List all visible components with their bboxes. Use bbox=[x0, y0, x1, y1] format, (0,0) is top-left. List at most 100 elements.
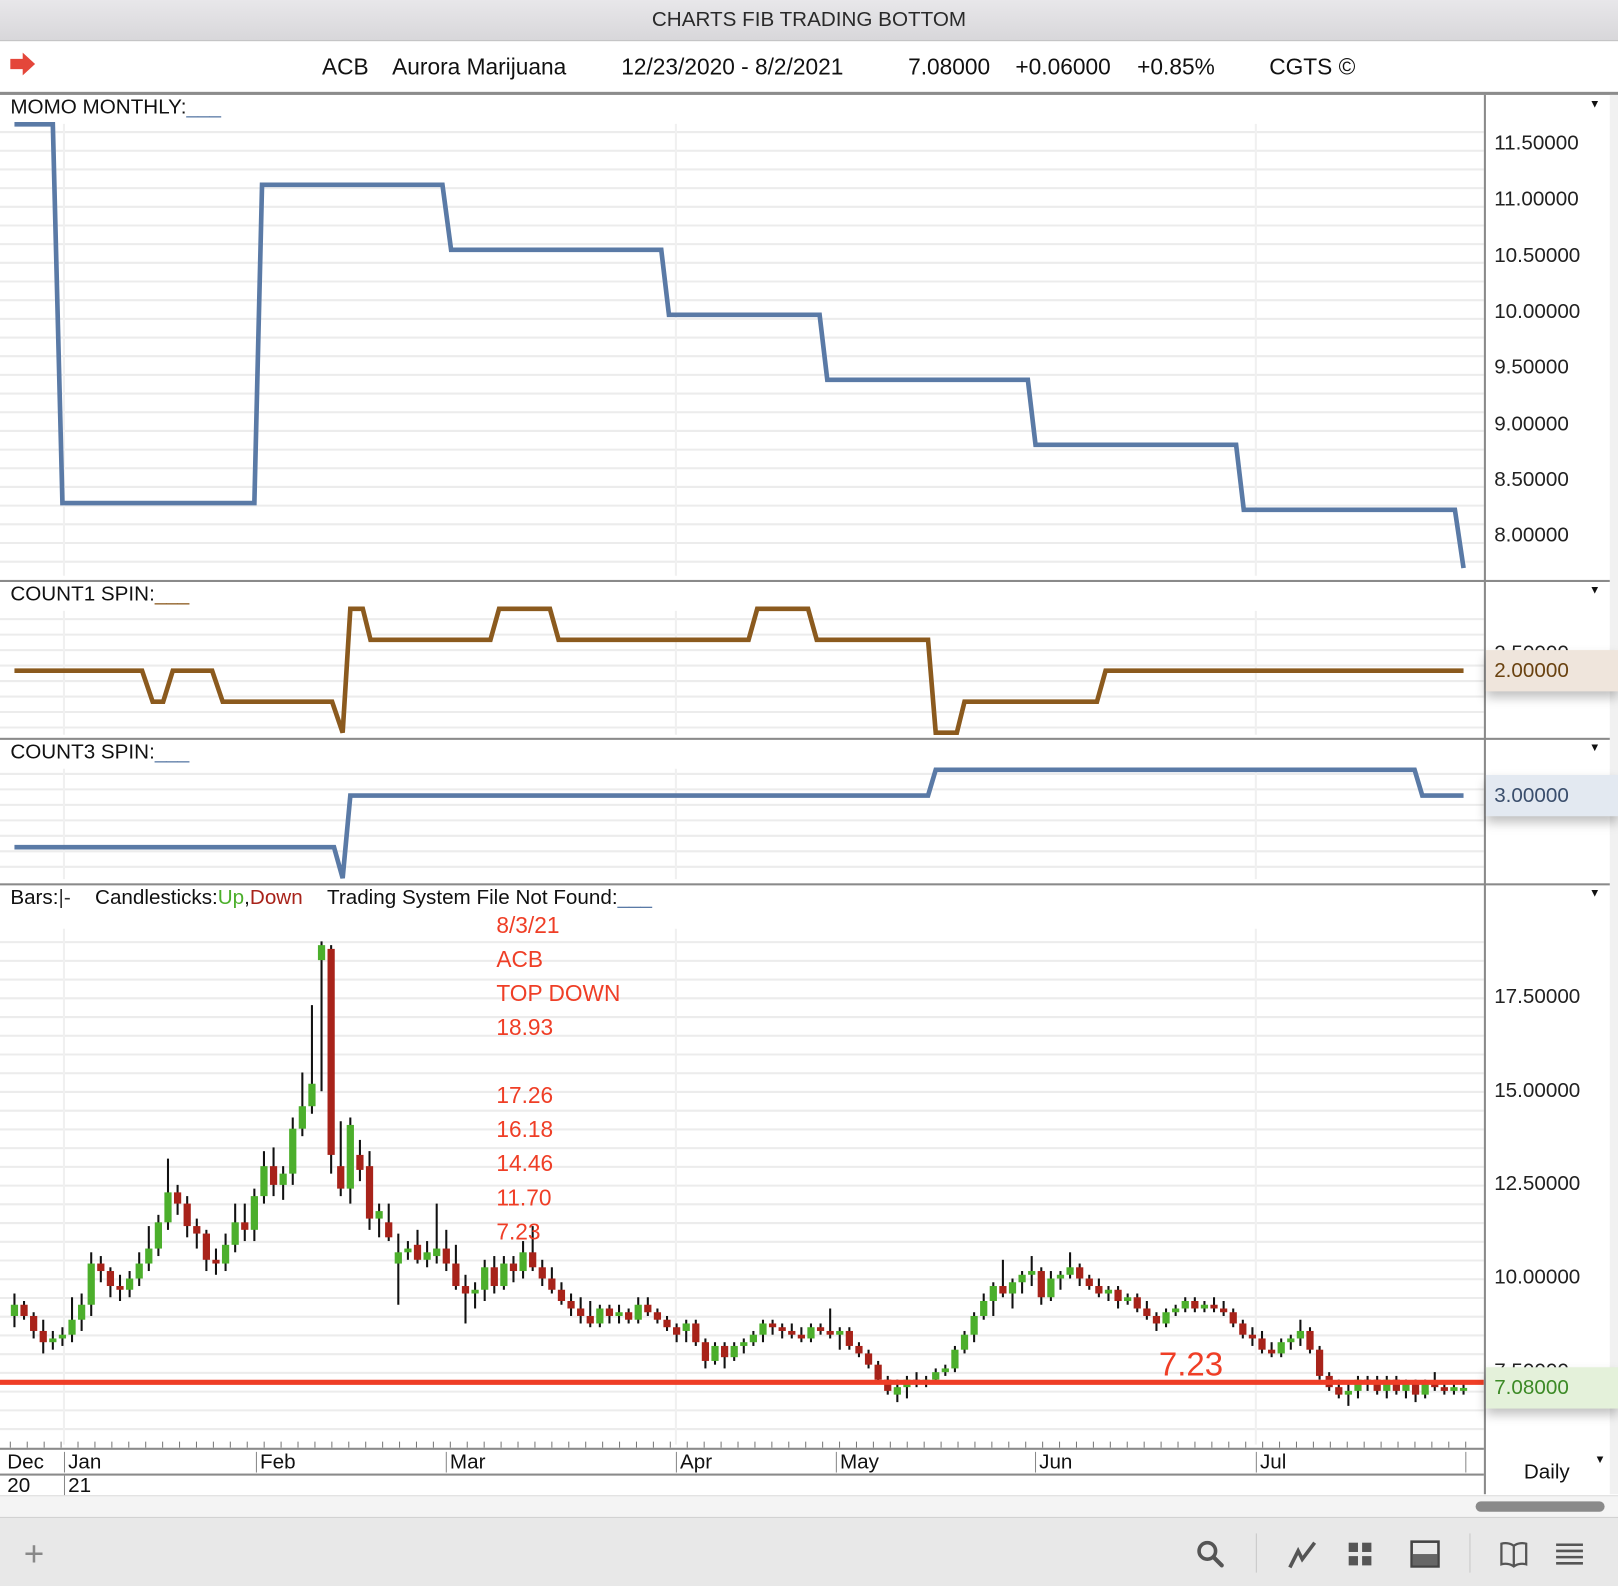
count1-panel-menu-caret-icon[interactable]: ▼ bbox=[1589, 584, 1600, 596]
panel-divider[interactable] bbox=[0, 737, 1618, 740]
count1-swatch: ___ bbox=[154, 583, 190, 606]
candle-body bbox=[567, 1300, 575, 1309]
candle-body bbox=[692, 1323, 700, 1343]
candle-up bbox=[308, 1005, 316, 1114]
plus-icon[interactable]: + bbox=[19, 1536, 50, 1571]
price-axis-tick: 10.00000 bbox=[1494, 1266, 1581, 1289]
panel-divider[interactable] bbox=[0, 579, 1618, 582]
candle-body bbox=[711, 1345, 719, 1361]
up-label: Up bbox=[217, 886, 245, 910]
candle-up bbox=[298, 1072, 306, 1137]
candle-up bbox=[135, 1252, 143, 1287]
candle-body bbox=[845, 1330, 853, 1346]
candle-up bbox=[1200, 1300, 1209, 1313]
momo-panel-menu-caret-icon[interactable]: ▼ bbox=[1589, 98, 1600, 110]
candle-body bbox=[164, 1192, 172, 1223]
candle-down bbox=[720, 1342, 729, 1369]
candle-body bbox=[250, 1196, 258, 1230]
candle-body bbox=[634, 1304, 642, 1320]
candle-body bbox=[1277, 1342, 1285, 1354]
count1-spin-line bbox=[14, 606, 1464, 735]
candle-down bbox=[173, 1184, 182, 1215]
panel-divider[interactable] bbox=[0, 883, 1618, 886]
candle-up bbox=[519, 1241, 527, 1279]
candle-up bbox=[807, 1323, 815, 1343]
axis-end-marker bbox=[1465, 1451, 1469, 1473]
candle-body bbox=[116, 1286, 124, 1290]
candle-body bbox=[1248, 1334, 1257, 1339]
candle-body bbox=[893, 1387, 901, 1395]
candle-body bbox=[557, 1289, 566, 1301]
candle-up bbox=[1018, 1271, 1026, 1294]
candle-body bbox=[836, 1330, 844, 1335]
candle-up bbox=[1181, 1297, 1189, 1313]
month-label[interactable]: May bbox=[835, 1452, 879, 1473]
line-chart-icon[interactable] bbox=[1287, 1539, 1318, 1570]
year-label[interactable]: 20 bbox=[4, 1476, 30, 1497]
month-label[interactable]: Dec bbox=[4, 1452, 44, 1473]
toolbar-separator bbox=[1469, 1533, 1471, 1573]
candle-up bbox=[836, 1327, 844, 1350]
time-axis[interactable]: Dec Jan Feb Mar Apr May Jun Jul 20 21 bbox=[0, 1447, 1484, 1497]
candle-body bbox=[337, 1166, 345, 1189]
price-panel-menu-caret-icon[interactable]: ▼ bbox=[1589, 887, 1600, 899]
candle-body bbox=[413, 1244, 422, 1260]
candle-body bbox=[221, 1244, 230, 1264]
panel-layout-icon[interactable] bbox=[1410, 1539, 1441, 1570]
fib-annotation-line: TOP DOWN bbox=[496, 980, 621, 1007]
candle-down bbox=[701, 1338, 710, 1369]
month-label[interactable]: Feb bbox=[255, 1452, 296, 1473]
candle-up bbox=[1047, 1271, 1055, 1301]
month-label[interactable]: Apr bbox=[675, 1452, 712, 1473]
scrollbar-thumb[interactable] bbox=[1475, 1501, 1605, 1512]
candle-up bbox=[989, 1282, 997, 1316]
candle-body bbox=[596, 1308, 604, 1324]
candle-up bbox=[615, 1304, 623, 1324]
search-icon[interactable] bbox=[1195, 1539, 1226, 1570]
price-current-value: 7.08000 bbox=[1485, 1367, 1618, 1409]
chart-plot-area[interactable] bbox=[0, 0, 1484, 1448]
month-label[interactable]: Jan bbox=[63, 1452, 101, 1473]
book-icon[interactable] bbox=[1498, 1539, 1529, 1570]
candle-down bbox=[864, 1349, 873, 1369]
candle-body bbox=[481, 1267, 489, 1290]
candle-body bbox=[586, 1315, 594, 1324]
candle-up bbox=[1450, 1383, 1458, 1395]
month-label[interactable]: Mar bbox=[445, 1452, 485, 1473]
year-label[interactable]: 21 bbox=[63, 1475, 91, 1497]
candle-body bbox=[855, 1345, 863, 1354]
candle-up bbox=[759, 1319, 767, 1343]
candle-body bbox=[682, 1323, 690, 1331]
candle-body bbox=[1008, 1282, 1017, 1294]
candle-down bbox=[548, 1267, 556, 1294]
candle-up bbox=[87, 1252, 95, 1316]
candle-body bbox=[49, 1338, 57, 1343]
price-panel-legend: Bars:|- Candlesticks:Up,Down Trading Sys… bbox=[10, 886, 652, 910]
candle-body bbox=[97, 1263, 105, 1272]
candle-down bbox=[567, 1293, 575, 1316]
candle-up bbox=[903, 1375, 911, 1399]
trading-system-label: Trading System File Not Found: bbox=[326, 886, 618, 910]
candle-body bbox=[461, 1286, 470, 1294]
candle-up bbox=[1056, 1271, 1065, 1290]
candle-down bbox=[692, 1319, 700, 1346]
grid-layout-icon[interactable] bbox=[1345, 1539, 1376, 1570]
candle-body bbox=[768, 1323, 777, 1328]
month-label[interactable]: Jul bbox=[1255, 1452, 1286, 1473]
candle-body bbox=[231, 1222, 239, 1245]
candle-up bbox=[970, 1312, 978, 1343]
candle-up bbox=[404, 1241, 412, 1260]
count3-swatch: ___ bbox=[154, 740, 190, 764]
momo-axis-tick: 10.50000 bbox=[1494, 244, 1581, 267]
candle-body bbox=[1267, 1349, 1276, 1354]
count3-panel-menu-caret-icon[interactable]: ▼ bbox=[1589, 742, 1600, 754]
period-selector[interactable]: Daily ▼ bbox=[1486, 1450, 1608, 1494]
candle-body bbox=[1306, 1330, 1314, 1350]
candle-body bbox=[874, 1364, 882, 1380]
candle-body bbox=[30, 1315, 38, 1331]
horizontal-scrollbar[interactable] bbox=[0, 1495, 1618, 1517]
candle-down bbox=[1114, 1286, 1122, 1309]
menu-icon[interactable] bbox=[1554, 1539, 1585, 1570]
candle-body bbox=[941, 1368, 949, 1373]
month-label[interactable]: Jun bbox=[1034, 1452, 1072, 1473]
